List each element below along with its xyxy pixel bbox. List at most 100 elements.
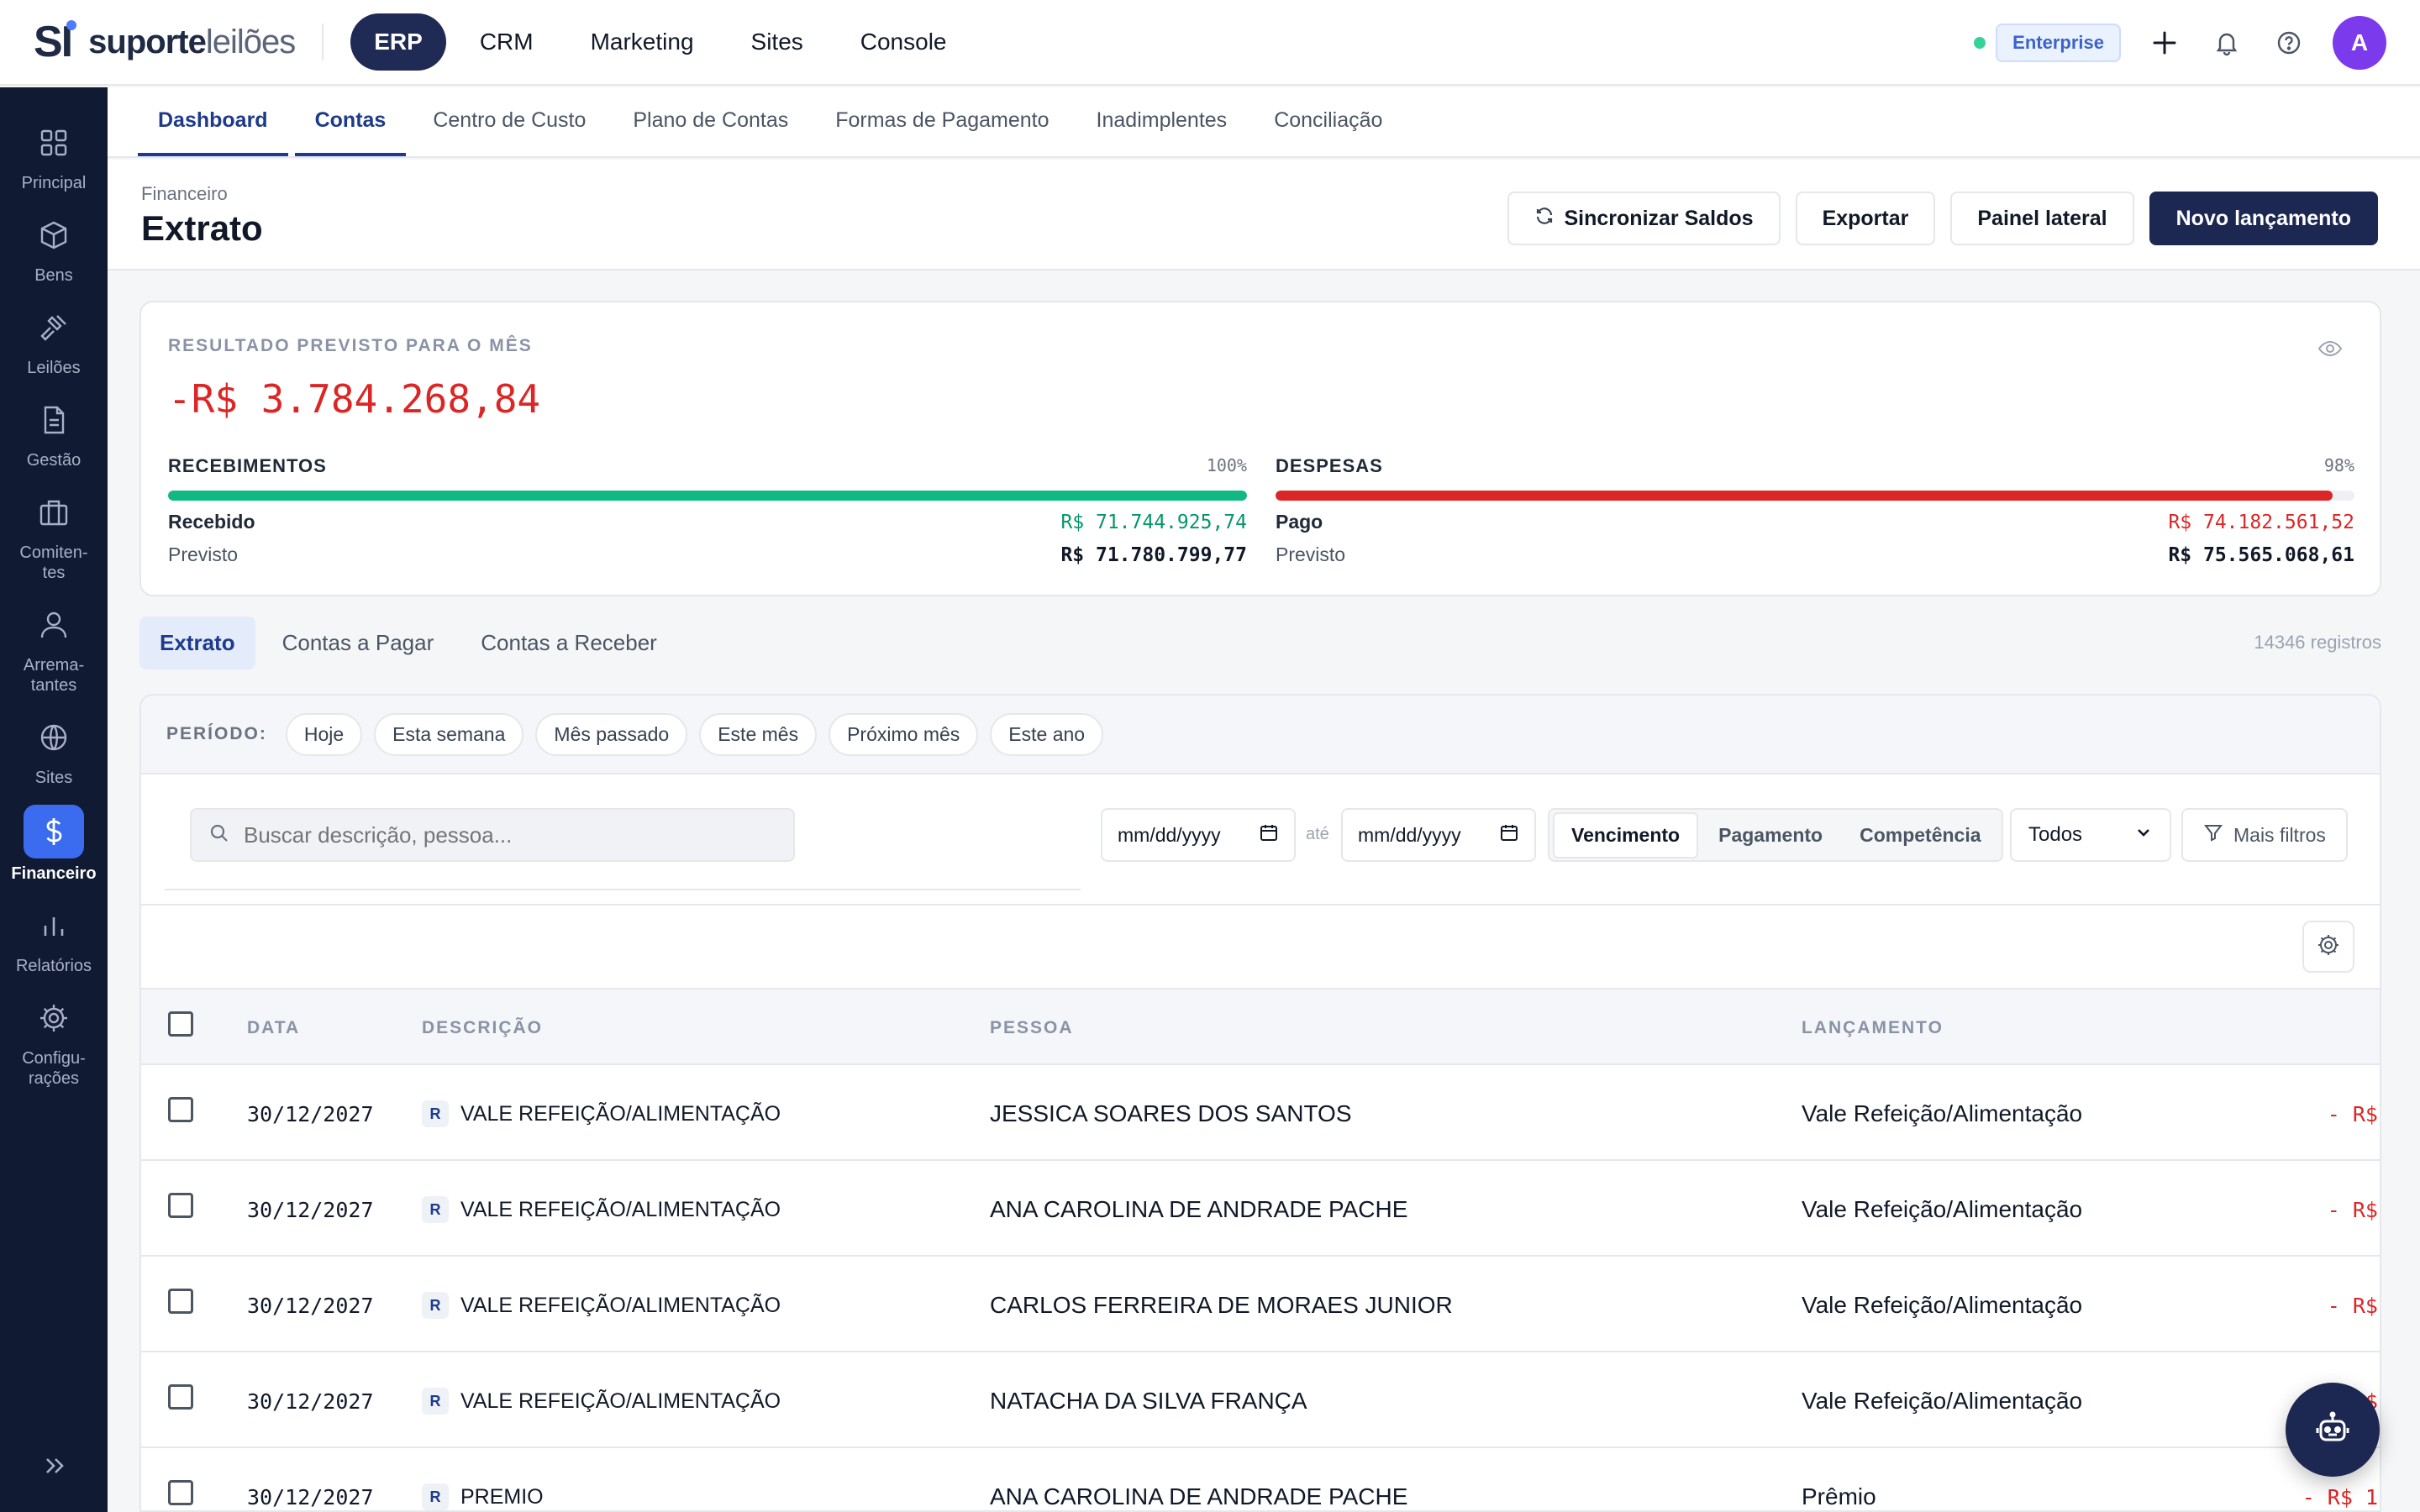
date-from-input[interactable]: mm/dd/yyyy	[1101, 808, 1296, 862]
date-type-accrual[interactable]: Competência	[1843, 814, 1997, 857]
row-date: 30/12/2027	[247, 1389, 374, 1414]
tab-centro-de-custo[interactable]: Centro de Custo	[413, 87, 606, 156]
brand-logo[interactable]: SI suporteleilões	[34, 0, 296, 85]
more-filters-button[interactable]: Mais filtros	[2181, 808, 2348, 862]
product-nav-marketing[interactable]: Marketing	[567, 13, 718, 71]
sidebar-item-financeiro[interactable]: Financeiro	[0, 805, 108, 884]
avatar[interactable]: A	[2333, 16, 2386, 70]
row-person[interactable]: ANA CAROLINA DE ANDRADE PACHE	[990, 1196, 1407, 1223]
page-title: Extrato	[141, 208, 263, 248]
table-settings-button[interactable]	[2302, 921, 2354, 973]
sync-balances-button[interactable]: Sincronizar Saldos	[1507, 192, 1781, 245]
row-date: 30/12/2027	[247, 1198, 374, 1222]
table-row[interactable]: 30/12/2027 R VALE REFEIÇÃO/ALIMENTAÇÃO A…	[141, 1161, 2380, 1257]
row-checkbox[interactable]	[168, 1480, 193, 1505]
dollar-icon	[24, 805, 84, 858]
receipts-progress	[168, 491, 1247, 501]
expand-sidebar-icon[interactable]	[37, 1449, 71, 1487]
sidebar-item-label: Relatórios	[15, 957, 92, 975]
row-checkbox[interactable]	[168, 1193, 193, 1218]
period-chip-this-week[interactable]: Esta semana	[374, 712, 524, 756]
new-entry-button[interactable]: Novo lançamento	[2149, 192, 2378, 245]
column-header-date[interactable]: DATA	[247, 1018, 300, 1038]
tab-dashboard[interactable]: Dashboard	[138, 87, 288, 156]
receipts-percent: 100%	[1206, 455, 1247, 475]
side-panel-button[interactable]: Painel lateral	[1950, 192, 2134, 245]
period-filter: PERÍODO: Hoje Esta semana Mês passado Es…	[141, 696, 2380, 774]
tab-formas-de-pagamento[interactable]: Formas de Pagamento	[815, 87, 1069, 156]
recurrence-badge: R	[422, 1388, 449, 1415]
column-header-person[interactable]: PESSOA	[990, 1018, 1074, 1038]
table-body: 30/12/2027 R VALE REFEIÇÃO/ALIMENTAÇÃO J…	[141, 1065, 2380, 1510]
period-chip-this-month[interactable]: Este mês	[699, 712, 818, 756]
calendar-icon	[1259, 822, 1279, 848]
tab-extrato[interactable]: Extrato	[139, 617, 255, 669]
row-person[interactable]: ANA CAROLINA DE ANDRADE PACHE	[990, 1483, 1407, 1510]
date-type-due[interactable]: Vencimento	[1553, 811, 1699, 858]
table-row[interactable]: 30/12/2027 R PREMIO ANA CAROLINA DE ANDR…	[141, 1448, 2380, 1510]
tab-contas-a-receber[interactable]: Contas a Receber	[460, 617, 677, 669]
export-button[interactable]: Exportar	[1795, 192, 1936, 245]
receipts-progress-fill	[168, 491, 1247, 501]
table-row[interactable]: 30/12/2027 R VALE REFEIÇÃO/ALIMENTAÇÃO N…	[141, 1352, 2380, 1448]
gavel-icon	[29, 302, 79, 353]
row-description: VALE REFEIÇÃO/ALIMENTAÇÃO	[460, 1102, 781, 1126]
tab-inadimplentes[interactable]: Inadimplentes	[1076, 87, 1248, 156]
tab-contas-a-pagar[interactable]: Contas a Pagar	[262, 617, 455, 669]
product-nav-console[interactable]: Console	[837, 13, 971, 71]
search-input[interactable]	[244, 822, 748, 848]
sidebar-item-principal[interactable]: Principal	[0, 118, 108, 193]
sidebar-item-bens[interactable]: Bens	[0, 210, 108, 286]
period-chip-next-month[interactable]: Próximo mês	[829, 712, 979, 756]
period-chip-this-year[interactable]: Este ano	[990, 712, 1104, 756]
help-icon[interactable]	[2270, 24, 2307, 61]
sidebar-item-arrematantes[interactable]: Arrema- tantes	[0, 600, 108, 696]
eye-icon[interactable]	[2317, 336, 2343, 365]
tab-contas[interactable]: Contas	[294, 87, 407, 156]
sidebar-item-label: Financeiro	[11, 864, 97, 883]
period-chip-today[interactable]: Hoje	[285, 712, 363, 756]
plus-icon[interactable]	[2146, 24, 2183, 61]
row-person[interactable]: CARLOS FERREIRA DE MORAES JUNIOR	[990, 1292, 1453, 1319]
column-header-entry[interactable]: LANÇAMENTO	[1802, 1018, 1944, 1038]
table-row[interactable]: 30/12/2027 R VALE REFEIÇÃO/ALIMENTAÇÃO C…	[141, 1257, 2380, 1352]
row-checkbox[interactable]	[168, 1384, 193, 1410]
status-dot	[1974, 37, 1986, 49]
row-person[interactable]: NATACHA DA SILVA FRANÇA	[990, 1388, 1307, 1415]
logo-mark: SI	[34, 17, 77, 67]
product-nav-erp[interactable]: ERP	[350, 13, 446, 71]
sidebar-item-leiloes[interactable]: Leilões	[0, 302, 108, 378]
header-actions: Sincronizar Saldos Exportar Painel later…	[1507, 192, 2378, 245]
bell-icon[interactable]	[2208, 24, 2245, 61]
sidebar-item-gestao[interactable]: Gestão	[0, 395, 108, 470]
refresh-icon	[1534, 206, 1555, 232]
sidebar-item-comitentes[interactable]: Comiten- tes	[0, 487, 108, 583]
row-checkbox[interactable]	[168, 1289, 193, 1314]
row-description: VALE REFEIÇÃO/ALIMENTAÇÃO	[460, 1198, 781, 1221]
sidebar-item-sites[interactable]: Sites	[0, 712, 108, 788]
row-person[interactable]: JESSICA SOARES DOS SANTOS	[990, 1100, 1352, 1127]
breadcrumb[interactable]: Financeiro	[141, 183, 228, 205]
row-date: 30/12/2027	[247, 1294, 374, 1318]
column-header-description[interactable]: DESCRIÇÃO	[422, 1018, 543, 1038]
sidebar-item-configuracoes[interactable]: Configu- rações	[0, 993, 108, 1089]
table-row[interactable]: 30/12/2027 R VALE REFEIÇÃO/ALIMENTAÇÃO J…	[141, 1065, 2380, 1161]
select-all-checkbox[interactable]	[168, 1011, 193, 1037]
period-label: PERÍODO:	[166, 724, 267, 743]
gear-icon	[2316, 932, 2341, 962]
assistant-button[interactable]	[2286, 1383, 2380, 1477]
paid-value: R$ 74.182.561,52	[2168, 511, 2354, 533]
tab-conciliacao[interactable]: Conciliação	[1254, 87, 1402, 156]
date-to-input[interactable]: mm/dd/yyyy	[1341, 808, 1536, 862]
tab-plano-de-contas[interactable]: Plano de Contas	[613, 87, 808, 156]
summary-value: -R$ 3.784.268,84	[168, 376, 541, 422]
date-type-payment[interactable]: Pagamento	[1702, 814, 1839, 857]
product-nav-sites[interactable]: Sites	[728, 13, 827, 71]
sidebar-item-relatorios[interactable]: Relatórios	[0, 900, 108, 976]
receipts-forecast-label: Previsto	[168, 543, 239, 565]
row-checkbox[interactable]	[168, 1097, 193, 1122]
search-field[interactable]	[190, 808, 795, 862]
status-select[interactable]: Todos	[2010, 808, 2171, 862]
product-nav-crm[interactable]: CRM	[456, 13, 557, 71]
period-chip-last-month[interactable]: Mês passado	[535, 712, 688, 756]
